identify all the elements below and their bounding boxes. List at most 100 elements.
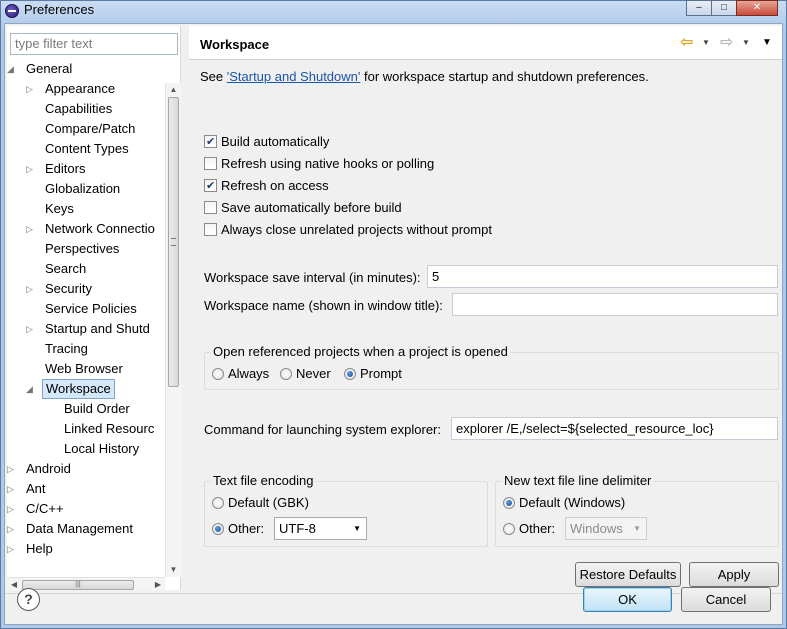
tree-vertical-scroll-thumb[interactable] [168, 97, 179, 387]
collapsed-twisty-icon[interactable]: ▷ [7, 459, 17, 479]
radio-label: Always [228, 366, 270, 381]
tree-item[interactable]: Compare/Patch [7, 119, 165, 139]
tree-item[interactable]: Web Browser [7, 359, 165, 379]
tree-item-label: General [26, 61, 73, 76]
maximize-button[interactable]: □ [711, 0, 737, 16]
delimiter-default-radio[interactable] [503, 497, 515, 509]
tree-item[interactable]: ▷ Editors [7, 159, 165, 179]
checkbox[interactable] [204, 223, 217, 236]
forward-arrow-icon[interactable]: ⇨ [720, 35, 733, 51]
tree-item[interactable]: Service Policies [7, 299, 165, 319]
tree-item-label: Tracing [45, 341, 88, 356]
save-interval-input[interactable]: 5 [427, 265, 778, 288]
restore-defaults-button[interactable]: Restore Defaults [575, 562, 681, 587]
tree-item-label: Compare/Patch [45, 121, 136, 136]
tree-item[interactable]: ▷ Network Connectio [7, 219, 165, 239]
tree-item[interactable]: Globalization [7, 179, 165, 199]
tree-item[interactable]: ▷ Appearance [7, 79, 165, 99]
tree-item[interactable]: ▷ C/C++ [7, 499, 165, 519]
checkbox[interactable] [204, 178, 217, 194]
tree-item[interactable]: ▷ Android [7, 459, 165, 479]
tree-item[interactable]: ◢ Workspace [7, 379, 165, 399]
tree-item[interactable]: Keys [7, 199, 165, 219]
tree-item[interactable]: Linked Resourc [7, 419, 165, 439]
cancel-button[interactable]: Cancel [681, 587, 771, 612]
expanded-twisty-icon[interactable]: ◢ [26, 379, 36, 399]
tree-item[interactable]: Capabilities [7, 99, 165, 119]
tree-item[interactable]: Perspectives [7, 239, 165, 259]
help-icon[interactable]: ? [17, 588, 40, 611]
collapsed-twisty-icon[interactable]: ▷ [7, 479, 17, 499]
startup-shutdown-link[interactable]: 'Startup and Shutdown' [227, 69, 361, 84]
tree-item-label: Local History [64, 441, 140, 456]
tree-item-label: Globalization [45, 181, 121, 196]
collapsed-twisty-icon[interactable]: ▷ [26, 159, 36, 179]
filter-input[interactable]: type filter text [10, 33, 178, 55]
tree-item-label: Linked Resourc [64, 421, 155, 436]
preferences-tree-pane: type filter text ◢ General ▷ Appearance Capa… [7, 26, 181, 592]
delimiter-other-radio[interactable] [503, 523, 515, 535]
encoding-other-radio[interactable] [212, 523, 224, 535]
radio-button[interactable] [212, 368, 224, 380]
tree-item[interactable]: ▷ Help [7, 539, 165, 559]
encoding-select[interactable]: UTF-8 ▼ [274, 517, 367, 540]
radio-button[interactable] [344, 368, 356, 380]
tree-item[interactable]: ◢ General [7, 59, 165, 79]
checkbox[interactable] [204, 201, 217, 214]
tree-item-label: Android [26, 461, 71, 476]
radio-label: Prompt [360, 366, 402, 381]
tree-horizontal-scroll-thumb[interactable]: ||| [22, 580, 134, 590]
scroll-left-icon[interactable]: ◀ [7, 578, 21, 592]
scroll-up-icon[interactable]: ▲ [166, 83, 181, 97]
collapsed-twisty-icon[interactable]: ▷ [7, 519, 17, 539]
forward-history-chevron-down-icon[interactable]: ▼ [742, 35, 750, 51]
page-header: Workspace ⇦ ▼ ⇨ ▼ ▼ [189, 26, 782, 60]
tree-vertical-scrollbar[interactable]: ▲ ▼ [165, 83, 181, 577]
startup-description: See 'Startup and Shutdown' for workspace… [200, 69, 649, 84]
expanded-twisty-icon[interactable]: ◢ [7, 59, 17, 79]
workspace-preference-page: Workspace ⇦ ▼ ⇨ ▼ ▼ See 'Startup and Shu… [189, 26, 782, 590]
tree-item[interactable]: ▷ Ant [7, 479, 165, 499]
workspace-name-input[interactable] [452, 293, 778, 316]
radio-button[interactable] [280, 368, 292, 380]
encoding-select-value: UTF-8 [279, 521, 316, 536]
ok-button[interactable]: OK [583, 587, 672, 612]
view-menu-icon[interactable]: ▼ [762, 35, 772, 51]
scroll-grip-icon [171, 238, 176, 246]
title-bar[interactable]: Preferences – □ ✕ [1, 0, 786, 21]
checkbox-label: Always close unrelated projects without … [221, 222, 492, 237]
collapsed-twisty-icon[interactable]: ▷ [26, 279, 36, 299]
tree-item[interactable]: Tracing [7, 339, 165, 359]
tree-item-label: Service Policies [45, 301, 137, 316]
collapsed-twisty-icon[interactable]: ▷ [7, 539, 17, 559]
tree-item-label: Build Order [64, 401, 130, 416]
explorer-command-input[interactable]: explorer /E,/select=${selected_resource_… [451, 417, 778, 440]
delimiter-select-value: Windows [570, 521, 623, 536]
checkbox[interactable] [204, 157, 217, 170]
scroll-down-icon[interactable]: ▼ [166, 563, 181, 577]
checkbox-label: Build automatically [221, 134, 330, 149]
minimize-button[interactable]: – [686, 0, 712, 16]
delimiter-other-label: Other: [519, 521, 556, 536]
checkbox[interactable] [204, 134, 217, 150]
collapsed-twisty-icon[interactable]: ▷ [7, 499, 17, 519]
encoding-default-radio[interactable] [212, 497, 224, 509]
tree-item[interactable]: Content Types [7, 139, 165, 159]
back-history-chevron-down-icon[interactable]: ▼ [702, 35, 710, 51]
apply-button[interactable]: Apply [689, 562, 779, 587]
tree-item[interactable]: ▷ Data Management [7, 519, 165, 539]
tree-item[interactable]: ▷ Security [7, 279, 165, 299]
collapsed-twisty-icon[interactable]: ▷ [26, 319, 36, 339]
scroll-right-icon[interactable]: ▶ [151, 578, 165, 592]
close-button[interactable]: ✕ [736, 0, 778, 16]
tree-item[interactable]: Build Order [7, 399, 165, 419]
tree-item-label: Capabilities [45, 101, 113, 116]
tree-item[interactable]: Local History [7, 439, 165, 459]
tree-item[interactable]: Search [7, 259, 165, 279]
back-arrow-icon[interactable]: ⇦ [680, 35, 693, 51]
line-delimiter-title: New text file line delimiter [502, 473, 654, 488]
collapsed-twisty-icon[interactable]: ▷ [26, 79, 36, 99]
collapsed-twisty-icon[interactable]: ▷ [26, 219, 36, 239]
tree-item-label: Help [26, 541, 53, 556]
tree-item[interactable]: ▷ Startup and Shutd [7, 319, 165, 339]
